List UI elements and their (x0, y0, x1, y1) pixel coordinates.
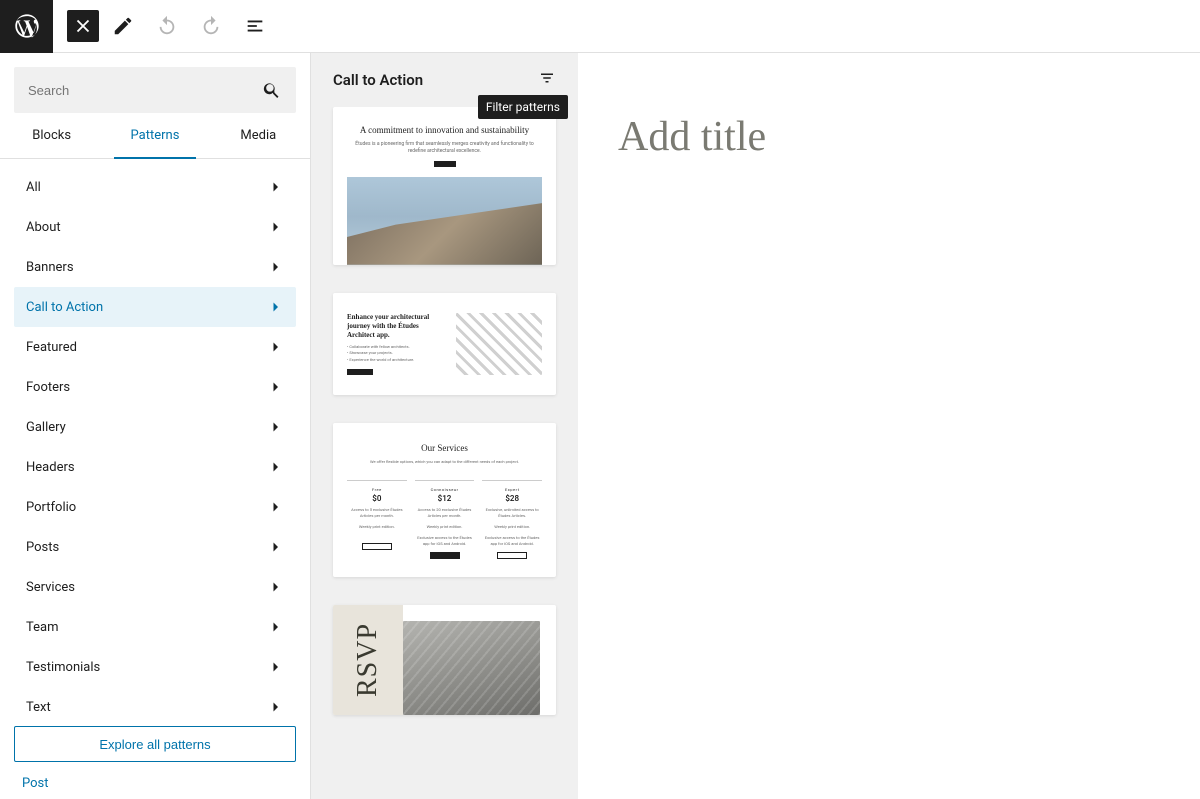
chevron-right-icon (266, 418, 284, 436)
category-gallery[interactable]: Gallery (14, 407, 296, 447)
category-footers[interactable]: Footers (14, 367, 296, 407)
document-overview-button[interactable] (235, 6, 275, 46)
inserter-sidebar: Blocks Patterns Media All About Banners … (0, 53, 311, 799)
chevron-right-icon (266, 258, 284, 276)
tab-media[interactable]: Media (207, 113, 310, 158)
inserter-tabs: Blocks Patterns Media (0, 113, 310, 159)
chevron-right-icon (266, 658, 284, 676)
preview-button (347, 369, 373, 375)
patterns-heading: Call to Action (333, 71, 423, 89)
preview-image (403, 621, 540, 715)
filter-icon (538, 69, 556, 87)
chevron-right-icon (266, 538, 284, 556)
category-services[interactable]: Services (14, 567, 296, 607)
edit-tool-button[interactable] (103, 6, 143, 46)
category-all[interactable]: All (14, 167, 296, 207)
filter-patterns-button[interactable] (538, 69, 556, 91)
pattern-preview-2[interactable]: Enhance your architectural journey with … (333, 293, 556, 395)
preview-headline: A commitment to innovation and sustainab… (347, 125, 542, 137)
category-call-to-action[interactable]: Call to Action (14, 287, 296, 327)
preview-button (434, 161, 456, 167)
chevron-right-icon (266, 338, 284, 356)
chevron-right-icon (266, 178, 284, 196)
chevron-right-icon (266, 618, 284, 636)
pattern-preview-1[interactable]: A commitment to innovation and sustainab… (333, 107, 556, 265)
preview-subtext: We offer flexible options, which you can… (347, 459, 542, 464)
search-icon (262, 80, 282, 100)
preview-list: • Collaborate with fellow architects. • … (347, 344, 446, 363)
search-input-wrap (14, 67, 296, 113)
category-featured[interactable]: Featured (14, 327, 296, 367)
tab-blocks[interactable]: Blocks (0, 113, 103, 158)
preview-rsvp-text: RSVP (352, 623, 384, 697)
category-text[interactable]: Text (14, 687, 296, 712)
chevron-right-icon (266, 378, 284, 396)
post-title-input[interactable]: Add title (618, 113, 1160, 161)
category-banners[interactable]: Banners (14, 247, 296, 287)
redo-button[interactable] (191, 6, 231, 46)
footer-post-link[interactable]: Post (0, 776, 310, 799)
search-input[interactable] (28, 83, 262, 98)
preview-headline: Enhance your architectural journey with … (347, 313, 446, 340)
chevron-right-icon (266, 698, 284, 712)
filter-tooltip: Filter patterns (478, 95, 568, 119)
preview-image (347, 177, 542, 265)
pattern-preview-3[interactable]: Our Services We offer flexible options, … (333, 423, 556, 577)
category-about[interactable]: About (14, 207, 296, 247)
preview-button (362, 543, 392, 550)
preview-title: Our Services (347, 443, 542, 453)
category-testimonials[interactable]: Testimonials (14, 647, 296, 687)
editor-canvas[interactable]: Add title (578, 53, 1200, 799)
category-portfolio[interactable]: Portfolio (14, 487, 296, 527)
explore-all-patterns-button[interactable]: Explore all patterns (14, 726, 296, 762)
chevron-right-icon (266, 458, 284, 476)
patterns-column: Call to Action Filter patterns A commitm… (311, 53, 578, 799)
preview-button (430, 552, 460, 559)
preview-subtext: Études is a pioneering firm that seamles… (347, 141, 542, 155)
chevron-right-icon (266, 298, 284, 316)
category-team[interactable]: Team (14, 607, 296, 647)
pattern-preview-4[interactable]: RSVP (333, 605, 556, 715)
close-inserter-button[interactable] (67, 10, 99, 42)
preview-button (497, 552, 527, 559)
preview-image (456, 313, 542, 375)
chevron-right-icon (266, 578, 284, 596)
category-posts[interactable]: Posts (14, 527, 296, 567)
category-headers[interactable]: Headers (14, 447, 296, 487)
top-toolbar (0, 0, 1200, 53)
chevron-right-icon (266, 498, 284, 516)
tab-patterns[interactable]: Patterns (103, 113, 206, 158)
wordpress-logo[interactable] (0, 0, 53, 53)
category-list: All About Banners Call to Action Feature… (0, 159, 310, 712)
chevron-right-icon (266, 218, 284, 236)
undo-button[interactable] (147, 6, 187, 46)
